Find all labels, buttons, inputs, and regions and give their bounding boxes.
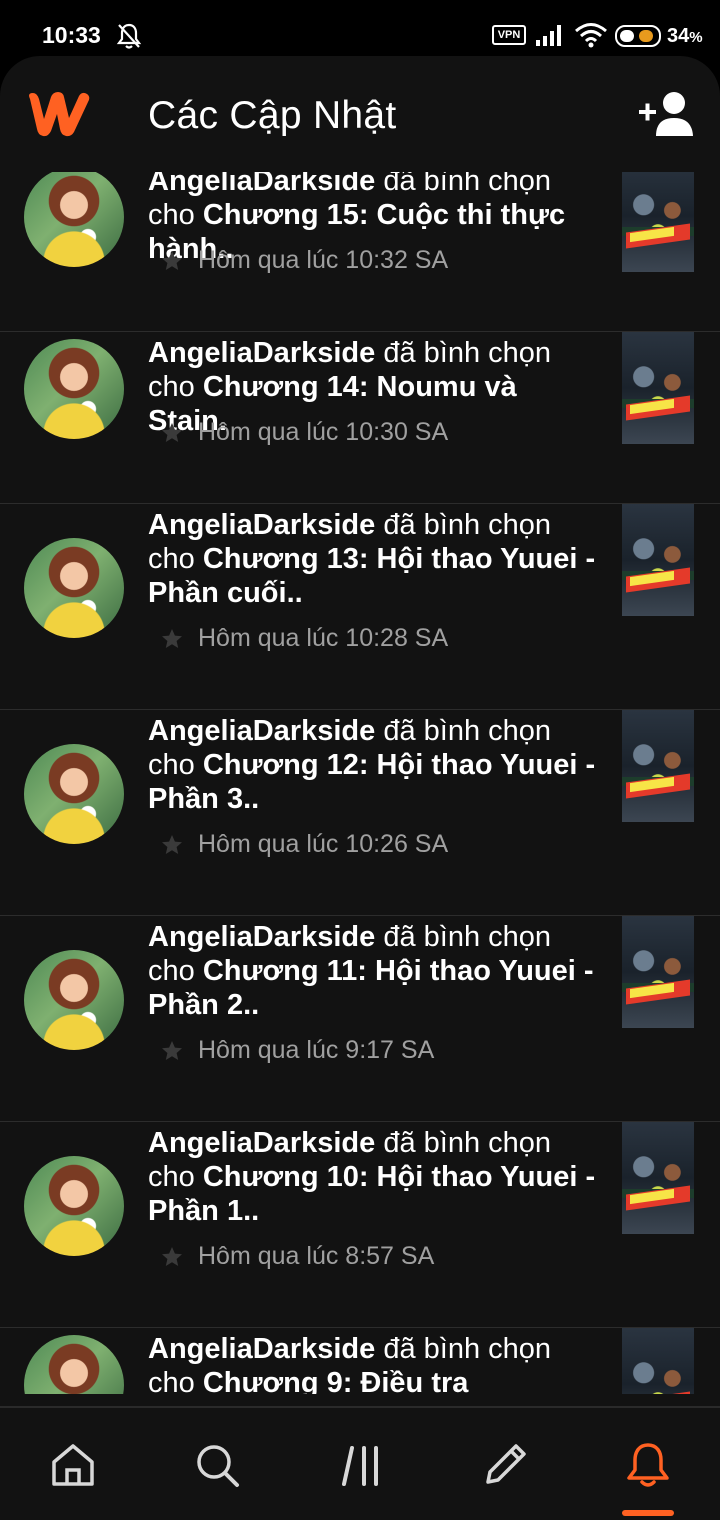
notification-target[interactable]: Chương 10: Hội thao Yuuei - Phần 1.. xyxy=(148,1161,595,1227)
list-item[interactable]: AngeliaDarkside đã bình chọn cho Chương … xyxy=(0,1328,720,1394)
notification-message: AngeliaDarkside đã bình chọn cho Chương … xyxy=(148,920,598,1022)
notification-meta: Hôm qua lúc 9:17 SA xyxy=(160,1036,434,1065)
story-cover-thumbnail[interactable] xyxy=(622,710,694,822)
battery-percent-value: 34 xyxy=(667,25,690,47)
notification-timestamp: Hôm qua lúc 9:17 SA xyxy=(198,1036,435,1064)
battery-percent-suffix: % xyxy=(689,29,703,46)
page-title: Các Cập Nhật xyxy=(148,94,397,137)
star-icon xyxy=(162,250,182,270)
notification-user[interactable]: AngeliaDarkside xyxy=(148,337,375,369)
notification-user[interactable]: AngeliaDarkside xyxy=(148,1333,375,1365)
notification-user[interactable]: AngeliaDarkside xyxy=(148,172,375,197)
story-cover-thumbnail[interactable] xyxy=(622,504,694,616)
list-item[interactable]: AngeliaDarkside đã bình chọn cho Chương … xyxy=(0,1122,720,1328)
notification-user[interactable]: AngeliaDarkside xyxy=(148,1127,375,1159)
signal-icon xyxy=(536,25,561,46)
library-icon[interactable] xyxy=(338,1440,388,1490)
vpn-badge: VPN xyxy=(492,25,526,45)
search-icon[interactable] xyxy=(192,1440,242,1490)
list-item[interactable]: AngeliaDarkside đã bình chọn cho Chương … xyxy=(0,172,720,332)
notification-timestamp: Hôm qua lúc 10:30 SA xyxy=(198,418,449,446)
bell-off-icon xyxy=(116,23,142,49)
notification-timestamp: Hôm qua lúc 8:57 SA xyxy=(198,1242,435,1270)
home-icon[interactable] xyxy=(48,1440,98,1490)
notification-meta: Hôm qua lúc 10:28 SA xyxy=(160,624,448,653)
story-cover-thumbnail[interactable] xyxy=(622,916,694,1028)
notification-meta: Hôm qua lúc 10:26 SA xyxy=(160,830,448,859)
notification-timestamp: Hôm qua lúc 10:28 SA xyxy=(198,624,449,652)
notification-meta: Hôm qua lúc 8:57 SA xyxy=(160,1242,434,1271)
status-time: 10:33 xyxy=(42,22,101,48)
list-item[interactable]: AngeliaDarkside đã bình chọn cho Chương … xyxy=(0,332,720,504)
notification-message: AngeliaDarkside đã bình chọn cho Chương … xyxy=(148,1126,598,1228)
wattpad-logo-icon[interactable] xyxy=(24,89,92,139)
write-icon[interactable] xyxy=(480,1440,530,1490)
avatar[interactable] xyxy=(24,950,124,1050)
star-icon xyxy=(162,834,182,854)
notification-target[interactable]: Chương 13: Hội thao Yuuei - Phần cuối.. xyxy=(148,543,595,609)
list-item[interactable]: AngeliaDarkside đã bình chọn cho Chương … xyxy=(0,504,720,710)
notification-timestamp: Hôm qua lúc 10:32 SA xyxy=(198,246,449,274)
story-cover-thumbnail[interactable] xyxy=(622,172,694,272)
avatar[interactable] xyxy=(24,172,124,267)
notification-target[interactable]: Chương 11: Hội thao Yuuei - Phần 2.. xyxy=(148,955,594,1021)
active-tab-indicator xyxy=(622,1510,674,1516)
header: Các Cập Nhật xyxy=(0,56,720,172)
notification-message: AngeliaDarkside đã bình chọn cho Chương … xyxy=(148,714,598,816)
battery-level xyxy=(620,30,634,42)
avatar[interactable] xyxy=(24,744,124,844)
notification-message: AngeliaDarkside đã bình chọn cho Chương … xyxy=(148,1332,598,1394)
notification-user[interactable]: AngeliaDarkside xyxy=(148,715,375,747)
star-icon xyxy=(162,1040,182,1060)
story-cover-thumbnail[interactable] xyxy=(622,1122,694,1234)
list-item[interactable]: AngeliaDarkside đã bình chọn cho Chương … xyxy=(0,710,720,916)
notification-list-content: AngeliaDarkside đã bình chọn cho Chương … xyxy=(0,172,720,1394)
list-item[interactable]: AngeliaDarkside đã bình chọn cho Chương … xyxy=(0,916,720,1122)
story-cover-thumbnail[interactable] xyxy=(622,1328,694,1394)
notification-meta: Hôm qua lúc 10:32 SA xyxy=(160,246,448,275)
battery-charge xyxy=(639,30,653,42)
cover-title-band xyxy=(626,1391,690,1394)
avatar[interactable] xyxy=(24,538,124,638)
notification-meta: Hôm qua lúc 10:30 SA xyxy=(160,418,448,447)
avatar[interactable] xyxy=(24,339,124,439)
battery-percent: 34% xyxy=(667,25,703,48)
star-icon xyxy=(162,1246,182,1266)
notification-list[interactable]: AngeliaDarkside đã bình chọn cho Chương … xyxy=(0,172,720,1394)
story-cover-thumbnail[interactable] xyxy=(622,332,694,444)
notification-target[interactable]: Chương 9: Điều tra xyxy=(203,1367,469,1394)
notification-timestamp: Hôm qua lúc 10:26 SA xyxy=(198,830,449,858)
notification-user[interactable]: AngeliaDarkside xyxy=(148,509,375,541)
avatar[interactable] xyxy=(24,1335,124,1394)
avatar[interactable] xyxy=(24,1156,124,1256)
notification-message: AngeliaDarkside đã bình chọn cho Chương … xyxy=(148,508,598,610)
add-user-icon[interactable] xyxy=(636,90,696,140)
app-panel: Các Cập Nhật AngeliaDarkside đã bình chọ… xyxy=(0,56,720,1520)
bottom-nav xyxy=(0,1406,720,1520)
battery-icon xyxy=(615,25,661,47)
wifi-icon xyxy=(575,23,607,48)
notification-target[interactable]: Chương 12: Hội thao Yuuei - Phần 3.. xyxy=(148,749,595,815)
notifications-icon[interactable] xyxy=(623,1440,673,1490)
star-icon xyxy=(162,422,182,442)
notification-user[interactable]: AngeliaDarkside xyxy=(148,921,375,953)
star-icon xyxy=(162,628,182,648)
